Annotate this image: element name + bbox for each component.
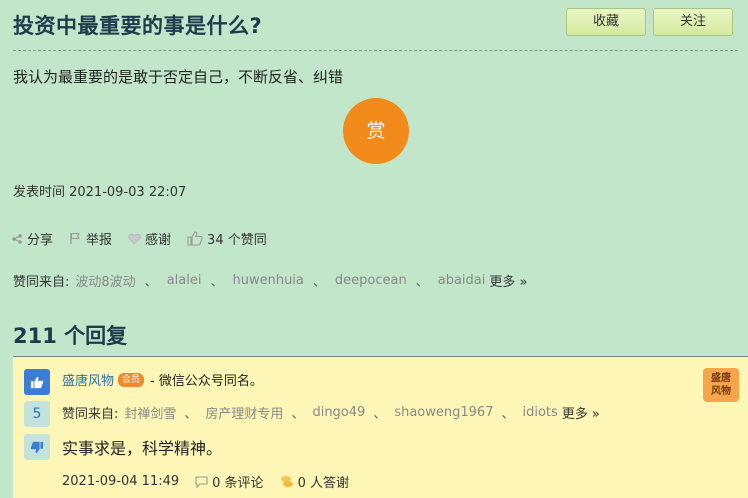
heart-icon <box>128 233 141 244</box>
thanks-action[interactable]: 感谢 <box>128 229 171 248</box>
thumbs-up-icon <box>30 376 44 388</box>
separator: 、 <box>312 275 326 290</box>
rewards-count: 0 人答谢 <box>297 476 349 491</box>
separator: 、 <box>373 407 387 422</box>
liker-link[interactable]: dingo49 <box>312 405 365 420</box>
vote-count: 5 <box>24 401 50 427</box>
post-likers: 赞同来自: 波动8波动 、 alalei 、 huwenhuia 、 deepo… <box>13 271 527 290</box>
separator: 、 <box>501 407 515 422</box>
avatar[interactable]: 盛唐风物 <box>703 368 739 402</box>
liker-link[interactable]: huwenhuia <box>232 273 303 288</box>
reply-meta: 2021-09-04 11:49 0 条评论 0 人答谢 <box>62 472 349 491</box>
replies-header: 211 个回复 <box>13 324 128 348</box>
coin-icon <box>280 475 293 487</box>
report-action[interactable]: 举报 <box>69 229 112 248</box>
liker-link[interactable]: alalei <box>167 273 202 288</box>
likers-label: 赞同来自: <box>62 407 119 422</box>
favorite-button[interactable]: 收藏 <box>566 8 646 36</box>
like-action[interactable]: 34 个赞同 <box>187 229 267 248</box>
liker-link[interactable]: shaoweng1967 <box>394 405 493 420</box>
report-label: 举报 <box>86 233 113 248</box>
upvote-button[interactable] <box>24 369 50 395</box>
post-actions: 分享 举报 感谢 34 个赞同 <box>11 229 283 248</box>
liker-link[interactable]: 波动8波动 <box>75 271 135 290</box>
separator: 、 <box>291 407 305 422</box>
post-title: 投资中最重要的事是什么? <box>13 14 263 38</box>
comments-count: 0 条评论 <box>212 476 264 491</box>
comment-icon <box>195 475 208 488</box>
comments-link[interactable]: 0 条评论 <box>195 472 264 491</box>
reply-likers: 赞同来自: 封禅剑雪 、 房产理财专用 、 dingo49 、 shaoweng… <box>62 403 600 422</box>
share-action[interactable]: 分享 <box>11 229 53 248</box>
liker-link[interactable]: deepocean <box>335 273 407 288</box>
post-body: 我认为最重要的是敢于否定自己，不断反省、纠错 <box>13 68 344 86</box>
thumbs-up-icon <box>187 231 203 246</box>
reply-author[interactable]: 盛唐风物 <box>62 370 114 389</box>
member-badge: 会员 <box>118 372 145 387</box>
downvote-button[interactable] <box>24 434 50 460</box>
divider <box>13 50 738 51</box>
thumbs-down-icon <box>30 441 44 453</box>
flag-icon <box>70 233 80 244</box>
likers-label: 赞同来自: <box>13 275 70 290</box>
author-signature: - 微信公众号同名。 <box>150 374 263 389</box>
follow-button[interactable]: 关注 <box>653 8 733 36</box>
liker-link[interactable]: idiots <box>522 405 557 420</box>
post-time: 发表时间 2021-09-03 22:07 <box>13 185 187 200</box>
rewards-link[interactable]: 0 人答谢 <box>280 472 349 491</box>
separator: 、 <box>184 407 198 422</box>
liker-link[interactable]: abaidai <box>438 273 486 288</box>
likes-count: 34 个赞同 <box>207 233 267 248</box>
reward-button[interactable]: 赏 <box>343 98 409 164</box>
thanks-label: 感谢 <box>145 233 172 248</box>
share-label: 分享 <box>27 233 54 248</box>
liker-link[interactable]: 房产理财专用 <box>205 403 283 422</box>
avatar-text: 盛唐风物 <box>711 373 731 397</box>
reply-item: 5 盛唐风物 会员 - 微信公众号同名。 赞同来自: 封禅剑雪 、 房产理财专用… <box>13 357 748 498</box>
reply-author-line: 盛唐风物 会员 - 微信公众号同名。 <box>62 370 263 389</box>
separator: 、 <box>210 275 224 290</box>
separator: 、 <box>415 275 429 290</box>
reply-text: 实事求是，科学精神。 <box>62 439 223 458</box>
more-likers-link[interactable]: 更多 » <box>489 271 527 290</box>
share-icon <box>12 233 22 244</box>
reply-time: 2021-09-04 11:49 <box>62 474 180 489</box>
more-likers-link[interactable]: 更多 » <box>562 403 600 422</box>
separator: 、 <box>144 275 158 290</box>
liker-link[interactable]: 封禅剑雪 <box>124 403 176 422</box>
